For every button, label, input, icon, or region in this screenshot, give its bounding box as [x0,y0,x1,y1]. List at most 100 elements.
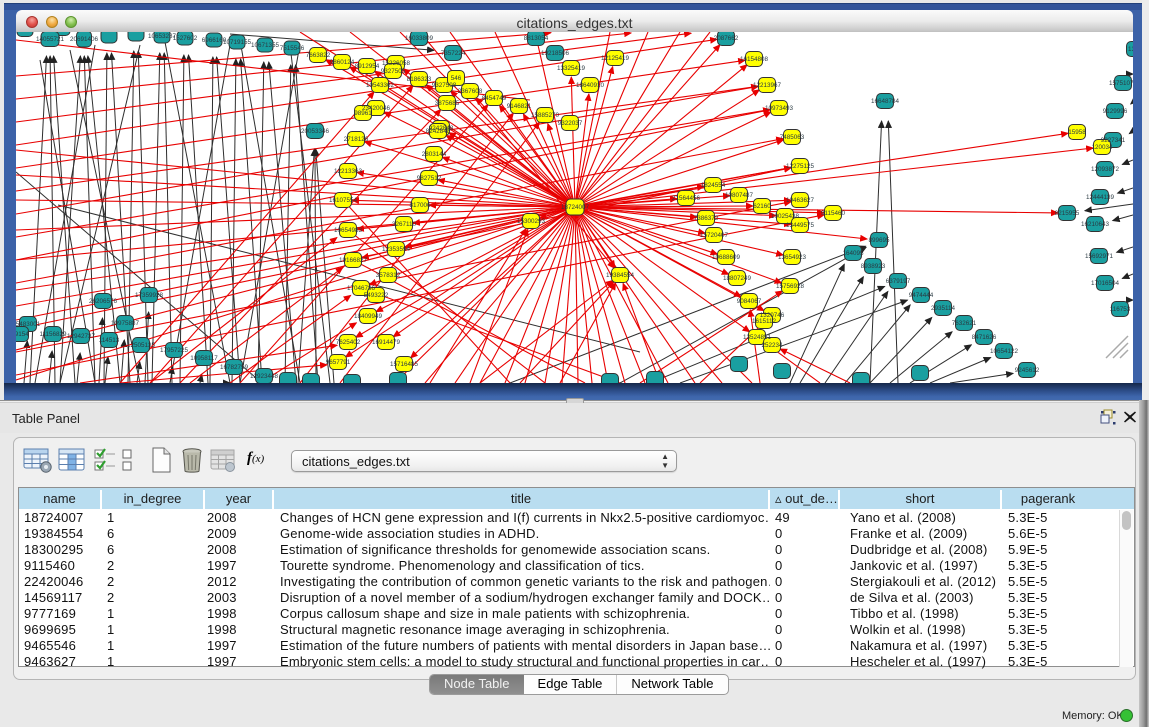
svg-text:8813054: 8813054 [524,35,549,42]
svg-text:12125419: 12125419 [601,55,630,62]
svg-text:16648784: 16648784 [871,98,900,105]
svg-text:98961: 98961 [354,110,372,117]
svg-text:899695: 899695 [868,237,890,244]
svg-text:546: 546 [451,75,462,82]
svg-text:3578312: 3578312 [376,272,401,279]
svg-text:9327508: 9327508 [432,82,457,89]
svg-text:16107554: 16107554 [329,197,358,204]
svg-text:16154808: 16154808 [740,56,769,63]
svg-text:1824554: 1824554 [701,182,726,189]
svg-text:10958117: 10958117 [190,355,218,362]
svg-text:17046786: 17046786 [347,285,376,292]
svg-text:20053346: 20053346 [301,128,330,135]
svg-text:15692971: 15692971 [1085,253,1114,260]
svg-text:2087662: 2087662 [714,35,739,42]
svg-text:9227341: 9227341 [1101,137,1126,144]
svg-text:15720407: 15720407 [700,232,729,239]
svg-text:2367608: 2367608 [458,88,483,95]
svg-text:9146821: 9146821 [507,103,532,110]
svg-text:15751074: 15751074 [1109,80,1133,87]
svg-text:9827512: 9827512 [417,175,442,182]
svg-text:6379197: 6379197 [886,278,911,285]
svg-text:10807487: 10807487 [725,192,754,199]
svg-text:7625402: 7625402 [336,339,361,346]
svg-text:26206576: 26206576 [89,298,118,305]
svg-text:1527602: 1527602 [173,35,198,42]
svg-text:9084067: 9084067 [737,298,762,305]
svg-text:3267110: 3267110 [392,221,417,228]
svg-text:9327505: 9327505 [381,68,406,75]
svg-text:16210643: 16210643 [1081,221,1110,228]
svg-text:12213363: 12213363 [334,168,363,175]
svg-text:5483001: 5483001 [16,321,41,328]
svg-text:8912954: 8912954 [355,63,380,70]
svg-text:8215955: 8215955 [1055,210,1080,217]
svg-text:19218506: 19218506 [541,50,570,57]
svg-text:17359928: 17359928 [135,292,164,299]
svg-text:12505135: 12505135 [127,342,156,349]
svg-text:20691406: 20691406 [70,36,99,43]
svg-text:114513: 114513 [99,337,120,344]
svg-text:10654983: 10654983 [334,227,363,234]
svg-text:13654923: 13654923 [778,254,807,261]
svg-text:12093872: 12093872 [1091,166,1120,173]
svg-text:17957225: 17957225 [160,347,189,354]
svg-text:8471626: 8471626 [972,334,997,341]
svg-text:99154: 99154 [16,331,29,338]
svg-text:9474444: 9474444 [909,292,934,299]
svg-text:3875685: 3875685 [435,100,460,107]
svg-text:1615112: 1615112 [752,318,777,325]
svg-text:10973493: 10973493 [765,105,794,112]
svg-text:2718126: 2718126 [344,136,369,143]
svg-text:10025438: 10025438 [771,213,800,220]
svg-text:9115460: 9115460 [821,210,846,217]
svg-text:8186323: 8186323 [407,76,432,83]
svg-text:10688609: 10688609 [712,254,741,261]
svg-text:13325419: 13325419 [557,65,586,72]
svg-text:7663822: 7663822 [306,52,331,59]
svg-text:18409949: 18409949 [354,313,383,320]
svg-text:16782759: 16782759 [220,364,249,371]
svg-text:16914479: 16914479 [372,339,401,346]
svg-text:9245612: 9245612 [1015,367,1040,374]
svg-text:116753: 116753 [1110,306,1131,313]
svg-text:13449575: 13449575 [786,222,815,229]
svg-text:18640910: 18640910 [576,82,605,89]
svg-text:2935114: 2935114 [931,305,956,312]
svg-text:15300293: 15300293 [517,218,546,225]
svg-text:10975887: 10975887 [111,320,140,327]
svg-text:10719155: 10719155 [223,39,252,46]
svg-text:19166827: 19166827 [339,257,368,264]
svg-text:10543362: 10543362 [366,82,395,89]
svg-text:5493222: 5493222 [364,292,389,299]
svg-text:9129996: 9129996 [1103,108,1128,115]
svg-text:16033809: 16033809 [405,35,434,42]
svg-text:120034: 120034 [1091,144,1113,151]
svg-text:2803144: 2803144 [422,151,447,158]
svg-text:7386372: 7386372 [694,215,719,222]
svg-text:13524851: 13524851 [743,334,772,341]
svg-text:19384554: 19384554 [606,272,635,279]
svg-text:7357224: 7357224 [441,50,466,57]
svg-text:8454749: 8454749 [482,95,507,102]
svg-text:12213967: 12213967 [753,82,782,89]
svg-text:9322037: 9322037 [558,120,583,127]
svg-text:14055721: 14055721 [36,36,65,43]
svg-text:15226058: 15226058 [382,60,411,67]
svg-text:15958: 15958 [1068,129,1086,136]
svg-text:817006: 817006 [409,202,431,209]
svg-text:10654122: 10654122 [990,348,1019,355]
svg-text:12275125: 12275125 [786,163,815,170]
svg-text:18724007: 18724007 [561,204,590,211]
svg-text:7515546: 7515546 [280,45,305,52]
svg-text:12353594: 12353594 [382,246,411,253]
svg-text:62160: 62160 [753,203,771,210]
svg-text:7632621: 7632621 [952,320,977,327]
svg-text:8938923: 8938923 [861,263,886,270]
svg-text:12942737: 12942737 [67,333,96,340]
svg-text:15885270: 15885270 [531,112,560,119]
svg-text:15756928: 15756928 [776,283,805,290]
svg-text:18807249: 18807249 [723,275,752,282]
svg-text:12444139: 12444139 [1086,194,1115,201]
svg-text:1317: 1317 [1128,46,1133,53]
